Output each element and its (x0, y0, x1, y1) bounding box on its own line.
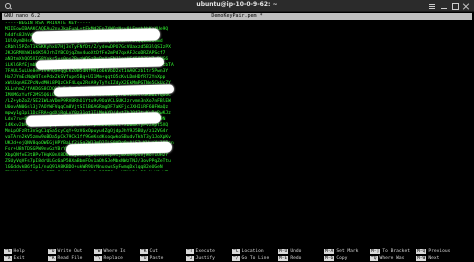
shortcut-next[interactable]: M-W Next (416, 255, 439, 262)
nano-header-bar: GNU nano 6.2 DemoKeyPair.pem * (2, 13, 472, 20)
shortcut-replace[interactable]: ^\ Replace (94, 255, 123, 262)
shortcut-label: Next (428, 256, 440, 261)
shortcut-key: ^K (140, 249, 148, 254)
shortcut-label: Help (13, 249, 25, 254)
shortcut-label: Paste (149, 256, 164, 261)
close-icon[interactable] (462, 2, 470, 10)
shortcut-key: M-U (278, 249, 289, 254)
shortcut-execute[interactable]: ^T Execute (186, 248, 215, 255)
shortcut-key: M-6 (324, 256, 335, 261)
shortcut-key: ^/ (232, 256, 240, 261)
shortcut-key: ^C (232, 249, 240, 254)
shortcut-label: Exit (13, 256, 25, 261)
shortcut-where-was[interactable]: ^Q Where Was (370, 255, 404, 262)
shortcut-key: ^J (186, 256, 194, 261)
shortcut-label: Copy (336, 256, 348, 261)
shortcut-cut[interactable]: ^K Cut (140, 248, 158, 255)
shortcut-label: Read File (57, 256, 83, 261)
shortcut-justify[interactable]: ^J Justify (186, 255, 215, 262)
terminal-titlebar: ubuntu@ip-10-0-9-62: ~ (0, 0, 474, 12)
shortcut-key: M-] (370, 249, 381, 254)
shortcut-key: ^X (4, 256, 12, 261)
shortcut-help[interactable]: ^G Help (4, 248, 25, 255)
nano-filename: DemoKeyPair.pem * (211, 13, 263, 19)
shortcut-label: Where Was (379, 256, 405, 261)
shortcut-where-is[interactable]: ^W Where Is (94, 248, 126, 255)
shortcut-key: ^G (4, 249, 12, 254)
shortcut-label: Where Is (103, 249, 126, 254)
hamburger-menu-icon[interactable] (428, 2, 436, 10)
shortcut-undo[interactable]: M-U Undo (278, 248, 301, 255)
shortcut-label: Undo (290, 249, 302, 254)
shortcut-label: Go To Line (241, 256, 270, 261)
shortcut-key: M-A (324, 249, 335, 254)
shortcut-key: ^Q (370, 256, 378, 261)
shortcut-go-to-line[interactable]: ^/Go To Line (232, 255, 269, 262)
shortcut-label: Replace (103, 256, 123, 261)
shortcut-paste[interactable]: ^U Paste (140, 255, 163, 262)
shortcut-read-file[interactable]: ^R Read File (48, 255, 82, 262)
nano-shortcut-bar: ^G Help ^O Write Out ^W Where Is ^K Cut ^T Execut… (2, 248, 472, 262)
shortcut-key: ^R (48, 256, 56, 261)
shortcut-label: Previous (428, 249, 451, 254)
maximize-icon[interactable] (451, 2, 459, 10)
shortcut-key: M-W (416, 256, 427, 261)
shortcut-previous[interactable]: M-Q Previous (416, 248, 450, 255)
shortcut-key: M-Q (416, 249, 427, 254)
shortcut-label: Justify (195, 256, 215, 261)
minimize-icon[interactable] (440, 2, 448, 10)
shortcut-key: ^W (94, 249, 102, 254)
shortcut-key: ^T (186, 249, 194, 254)
shortcut-key: ^O (48, 249, 56, 254)
shortcut-key: ^U (140, 256, 148, 261)
shortcut-label: Redo (290, 256, 302, 261)
shortcut-to-bracket[interactable]: M-] To Bracket (370, 248, 410, 255)
shortcut-write-out[interactable]: ^O Write Out (48, 248, 82, 255)
window-title: ubuntu@ip-10-0-9-62: ~ (196, 1, 278, 8)
shortcut-redo[interactable]: M-E Redo (278, 255, 301, 262)
shortcut-key: M-E (278, 256, 289, 261)
shortcut-exit[interactable]: ^X Exit (4, 255, 25, 262)
shortcut-label: Cut (149, 249, 158, 254)
shortcut-copy[interactable]: M-6 Copy (324, 255, 347, 262)
shortcut-label: Execute (195, 249, 215, 254)
shortcut-set-mark[interactable]: M-A Set Mark (324, 248, 358, 255)
shortcut-label: Location (241, 249, 264, 254)
shortcut-location[interactable]: ^C Location (232, 248, 264, 255)
shortcut-label: Write Out (57, 249, 83, 254)
shortcut-label: To Bracket (382, 249, 410, 254)
shortcut-key: ^\ (94, 256, 102, 261)
shortcut-label: Set Mark (336, 249, 359, 254)
